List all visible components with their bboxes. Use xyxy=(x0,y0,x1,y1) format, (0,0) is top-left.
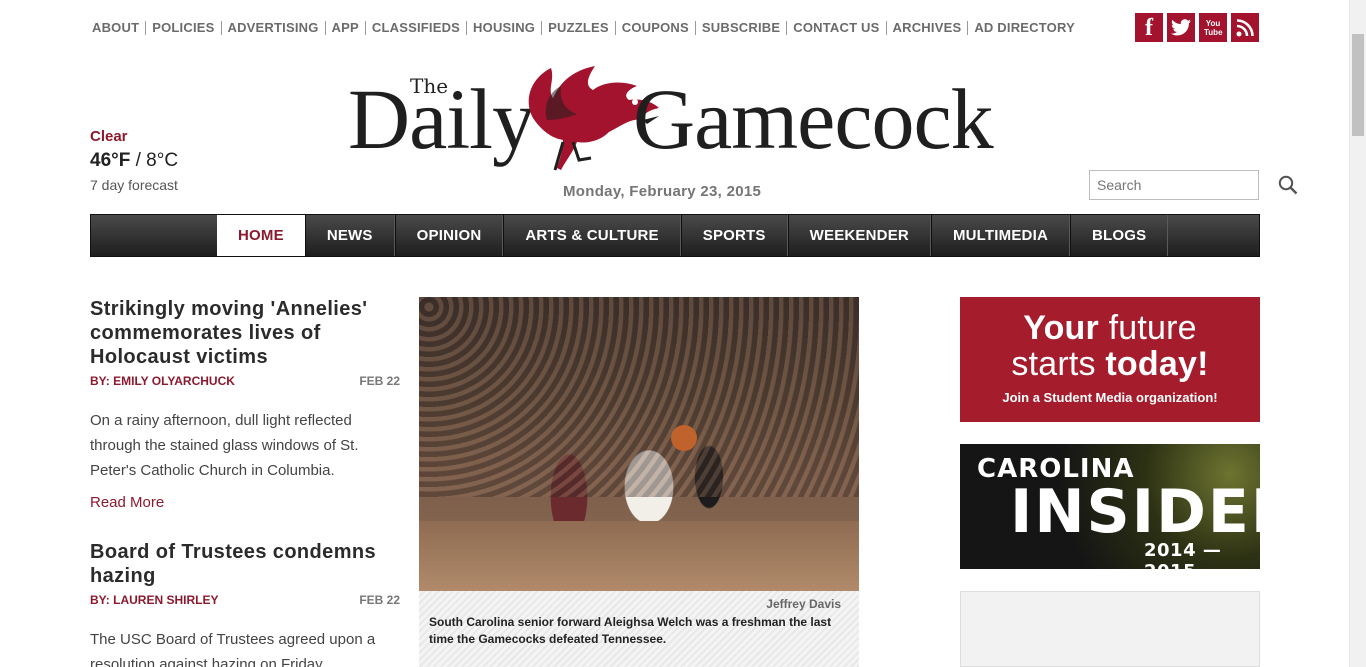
nav-arts-culture[interactable]: ARTS & CULTURE xyxy=(503,215,681,256)
photo-caption: Jeffrey Davis South Carolina senior forw… xyxy=(419,591,859,667)
ad-today: today! xyxy=(1105,345,1209,383)
nav-blogs[interactable]: BLOGS xyxy=(1069,215,1169,256)
top-link-policies[interactable]: POLICIES xyxy=(145,21,220,35)
current-date: Monday, February 23, 2015 xyxy=(563,183,762,200)
caption-text: South Carolina senior forward Aleighsa W… xyxy=(429,615,832,646)
top-link-classifieds[interactable]: CLASSIFIEDS xyxy=(364,21,466,35)
ad-years: 2014 — 2015 xyxy=(1144,540,1222,582)
top-link-puzzles[interactable]: PUZZLES xyxy=(541,21,615,35)
article-title[interactable]: Strikingly moving 'Annelies' commemorate… xyxy=(90,297,400,369)
article-byline[interactable]: BY: EMILY OLYARCHUCK xyxy=(90,374,235,388)
masthead-gamecock: Gamecock xyxy=(633,71,994,167)
nav-sports[interactable]: SPORTS xyxy=(680,215,788,256)
weather-widget: Clear 46°F / 8°C 7 day forecast xyxy=(90,128,178,194)
nav-multimedia[interactable]: MULTIMEDIA xyxy=(930,215,1070,256)
nav-home[interactable]: HOME xyxy=(217,215,305,256)
article-card: Strikingly moving 'Annelies' commemorate… xyxy=(90,297,400,512)
article-meta: BY: LAUREN SHIRLEY FEB 22 xyxy=(90,593,400,607)
carolina-insider-ad[interactable]: CAROLINA INSIDER 2014 — 2015 xyxy=(960,444,1297,582)
ad-line-3: Join a Student Media organization! xyxy=(1002,390,1218,405)
ad-future: future xyxy=(1098,309,1197,347)
nav-weekender[interactable]: WEEKENDER xyxy=(787,215,931,256)
top-link-contact-us[interactable]: CONTACT US xyxy=(786,21,885,35)
page: ABOUT POLICIES ADVERTISING APP CLASSIFIE… xyxy=(90,0,1298,667)
scrollbar-thumb[interactable] xyxy=(1352,34,1364,136)
masthead-logo[interactable]: Daily The Gamecock xyxy=(348,60,1008,176)
basketball-icon xyxy=(671,425,697,451)
top-link-subscribe[interactable]: SUBSCRIBE xyxy=(694,21,786,35)
facebook-icon[interactable]: f xyxy=(1135,13,1163,42)
article-summary: On a rainy afternoon, dull light reflect… xyxy=(90,412,359,479)
temp-celsius: / 8°C xyxy=(130,150,179,171)
weather-temperature: 46°F / 8°C xyxy=(90,150,178,172)
feature-image[interactable] xyxy=(419,297,859,591)
facebook-glyph: f xyxy=(1145,14,1153,41)
top-link-archives[interactable]: ARCHIVES xyxy=(885,21,968,35)
top-link-housing[interactable]: HOUSING xyxy=(466,21,541,35)
forecast-link[interactable]: 7 day forecast xyxy=(90,176,178,194)
twitter-icon[interactable] xyxy=(1167,13,1195,42)
ad-your: Your xyxy=(1023,309,1099,347)
photo-credit: Jeffrey Davis xyxy=(766,597,841,611)
social-links: f You Tube xyxy=(1135,13,1259,42)
top-link-about[interactable]: ABOUT xyxy=(90,21,145,35)
article-summary: The USC Board of Trustees agreed upon a … xyxy=(90,631,376,667)
article-date: FEB 22 xyxy=(359,593,400,607)
youtube-glyph: You Tube xyxy=(1204,18,1223,37)
ad-line-1: Your future xyxy=(960,297,1260,346)
ad-insider: INSIDER xyxy=(1010,477,1300,547)
ad-line-2: starts today! xyxy=(960,346,1260,382)
ad-placeholder xyxy=(960,591,1260,667)
search-icon[interactable] xyxy=(1278,172,1298,198)
article-date: FEB 22 xyxy=(359,374,400,388)
search-box xyxy=(1089,170,1298,200)
nav-opinion[interactable]: OPINION xyxy=(394,215,504,256)
scrollbar[interactable] xyxy=(1349,0,1366,667)
nav-news[interactable]: NEWS xyxy=(304,215,395,256)
top-link-app[interactable]: APP xyxy=(324,21,365,35)
article-title[interactable]: Board of Trustees condemns hazing xyxy=(90,540,400,588)
weather-condition: Clear xyxy=(90,128,128,145)
photo-court xyxy=(419,521,859,591)
ad-starts: starts xyxy=(1011,345,1106,383)
rss-icon[interactable] xyxy=(1231,13,1259,42)
top-link-coupons[interactable]: COUPONS xyxy=(614,21,695,35)
article-byline[interactable]: BY: LAUREN SHIRLEY xyxy=(90,593,218,607)
temp-fahrenheit: 46°F xyxy=(90,150,131,171)
read-more-link[interactable]: Read More xyxy=(90,494,164,511)
top-link-advertising[interactable]: ADVERTISING xyxy=(220,21,325,35)
top-link-ad-directory[interactable]: AD DIRECTORY xyxy=(967,21,1081,35)
youtube-icon[interactable]: You Tube xyxy=(1199,13,1227,42)
article-card: Board of Trustees condemns hazing BY: LA… xyxy=(90,540,400,667)
featured-photo: Jeffrey Davis South Carolina senior forw… xyxy=(419,297,859,667)
search-input[interactable] xyxy=(1090,172,1278,198)
top-links: ABOUT POLICIES ADVERTISING APP CLASSIFIE… xyxy=(90,19,1081,37)
student-media-ad[interactable]: Your future starts today! Join a Student… xyxy=(960,297,1260,422)
masthead-the: The xyxy=(410,74,449,98)
main-nav: HOME NEWS OPINION ARTS & CULTURE SPORTS … xyxy=(90,214,1260,257)
photo-crowd xyxy=(419,297,859,497)
article-meta: BY: EMILY OLYARCHUCK FEB 22 xyxy=(90,374,400,388)
